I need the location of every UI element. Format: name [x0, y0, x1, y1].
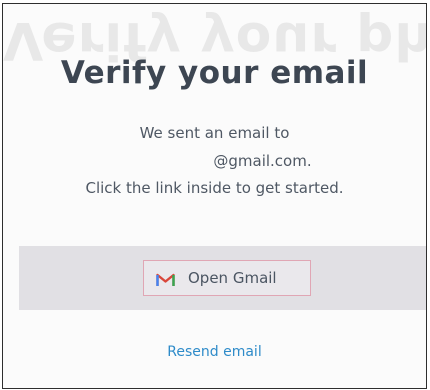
message-line-3: Click the link inside to get started. — [85, 179, 344, 197]
verify-email-panel: Verify your phone number Verify your ema… — [2, 3, 427, 389]
open-gmail-button[interactable]: Open Gmail — [143, 260, 311, 296]
page-title: Verify your email — [60, 55, 369, 91]
open-gmail-label: Open Gmail — [188, 269, 277, 287]
gmail-icon — [156, 273, 175, 286]
message-line-1: We sent an email to — [139, 124, 290, 142]
message-line-2: @gmail.com. — [3, 152, 426, 170]
email-domain: @gmail.com. — [213, 152, 312, 170]
resend-email-link[interactable]: Resend email — [3, 344, 426, 360]
